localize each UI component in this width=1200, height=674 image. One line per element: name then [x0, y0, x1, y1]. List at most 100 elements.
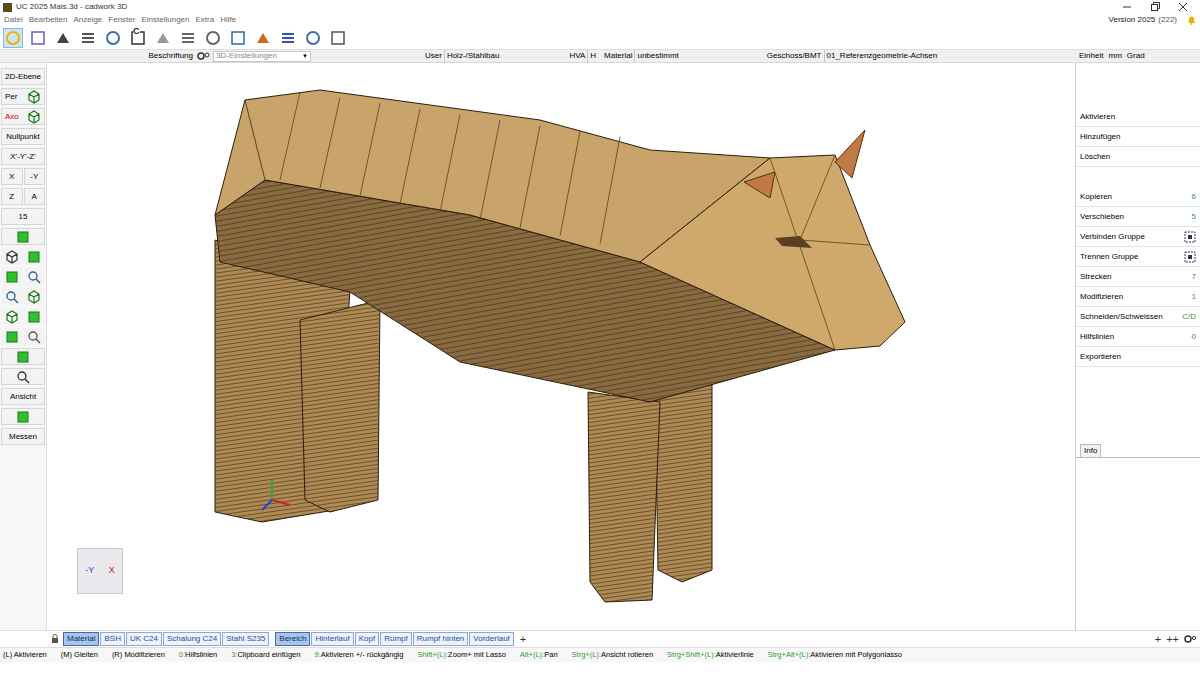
bell-icon[interactable] — [1187, 15, 1196, 25]
tab[interactable]: Vorderlauf — [469, 632, 513, 646]
view-icon — [5, 250, 19, 264]
info-tab[interactable]: Info — [1080, 444, 1101, 457]
toolbar-button[interactable] — [253, 28, 273, 48]
toolbar-button[interactable] — [178, 28, 198, 48]
command-button[interactable]: Verbinden Gruppe — [1076, 227, 1200, 247]
view-icon — [27, 270, 41, 284]
view-button[interactable]: 15 — [1, 208, 45, 225]
command-button[interactable]: Löschen — [1076, 147, 1200, 167]
command-button[interactable]: Kopieren6 — [1076, 187, 1200, 207]
cow-model — [47, 63, 1075, 630]
toolbar-button[interactable]: C — [128, 28, 148, 48]
command-shortcut: 0 — [1192, 331, 1196, 343]
icon-button[interactable] — [1, 228, 45, 245]
menu-item[interactable]: Einstellungen — [141, 14, 189, 26]
tab[interactable]: Rumpf hinten — [413, 632, 469, 646]
tab-action[interactable]: ++ — [1166, 631, 1179, 648]
command-button[interactable]: Exportieren — [1076, 347, 1200, 367]
icon-button[interactable] — [24, 248, 46, 265]
icon-button[interactable] — [24, 308, 46, 325]
command-shortcut: C/D — [1182, 311, 1196, 323]
menu-item[interactable]: Anzeige — [73, 14, 102, 26]
axis-cube[interactable]: -YX — [77, 548, 123, 594]
view-icon — [5, 330, 19, 344]
toolbar-button[interactable] — [78, 28, 98, 48]
axis-button[interactable]: -Y — [24, 168, 46, 185]
icon-buttons — [1, 288, 45, 305]
gear-icon[interactable] — [1184, 634, 1196, 644]
icon-button[interactable] — [1, 408, 45, 425]
tab[interactable]: Schalung C24 — [163, 632, 221, 646]
info-field: Geschoss/BMT01_Referenzgeometrie-Achsen — [765, 50, 939, 62]
command-button[interactable]: Aktivieren — [1076, 107, 1200, 127]
view-button[interactable]: Axo — [1, 108, 45, 125]
lock-icon[interactable] — [50, 634, 60, 644]
icon-button[interactable] — [1, 348, 45, 365]
icon-button[interactable] — [1, 288, 23, 305]
toolbar-button[interactable] — [53, 28, 73, 48]
menu-item[interactable]: Hilfe — [220, 14, 236, 26]
view-button[interactable]: 2D-Ebene — [1, 68, 45, 85]
icon-button[interactable] — [1, 268, 23, 285]
close-icon[interactable] — [1178, 2, 1188, 12]
axis-button[interactable]: A — [24, 188, 46, 205]
axis-cube-x: X — [109, 564, 115, 578]
tab[interactable]: Kopf — [355, 632, 379, 646]
toolbar-button[interactable] — [228, 28, 248, 48]
icon-button[interactable] — [1, 368, 45, 385]
view-button[interactable]: Ansicht — [1, 388, 45, 405]
menu-item[interactable]: Fenster — [108, 14, 135, 26]
viewport-3d[interactable]: -YX — [47, 63, 1075, 630]
menu-item[interactable]: Extra — [195, 14, 214, 26]
toolbar-button[interactable] — [3, 28, 23, 48]
toolbar-button[interactable] — [153, 28, 173, 48]
icon-button[interactable] — [1, 248, 23, 265]
command-button[interactable]: Schneiden/SchweissenC/D — [1076, 307, 1200, 327]
view-select[interactable]: 3D-Einstellungen▼ — [213, 51, 311, 62]
tab[interactable]: Hinterlauf — [311, 632, 353, 646]
tab[interactable]: BSH — [100, 632, 124, 646]
icon-button[interactable] — [24, 288, 46, 305]
view-icon — [27, 90, 41, 104]
status-hint: Shift+(L):Zoom+ mit Lasso — [417, 649, 505, 660]
icon-button[interactable] — [1, 328, 23, 345]
minimize-icon[interactable] — [1122, 2, 1132, 12]
axis-button[interactable]: X — [1, 168, 23, 185]
axis-button[interactable]: Z — [1, 188, 23, 205]
view-button[interactable]: Messen — [1, 428, 45, 445]
tab[interactable]: Rumpf — [380, 632, 412, 646]
status-hint: Strg+Shift+(L):Aktivierlinie — [667, 649, 754, 660]
icon-button[interactable] — [1, 308, 23, 325]
view-button[interactable]: Nullpunkt — [1, 128, 45, 145]
add-tab-button[interactable]: + — [520, 631, 526, 648]
command-button[interactable]: Hilfslinien0 — [1076, 327, 1200, 347]
icon-button[interactable] — [24, 328, 46, 345]
toolbar-button[interactable] — [328, 28, 348, 48]
toolbar-button[interactable] — [203, 28, 223, 48]
menu-item[interactable]: Bearbeiten — [29, 14, 68, 26]
toolbar-button[interactable] — [303, 28, 323, 48]
view-icon — [5, 290, 19, 304]
view-button[interactable]: Per — [1, 88, 45, 105]
toolbar-button[interactable] — [103, 28, 123, 48]
command-button[interactable]: Verschieben5 — [1076, 207, 1200, 227]
icon-button[interactable] — [24, 268, 46, 285]
tab[interactable]: Material — [63, 632, 99, 646]
axis-buttons: X-Y — [1, 168, 45, 185]
tab-action[interactable]: + — [1155, 631, 1161, 648]
view-button[interactable]: X'-Y'-Z' — [1, 148, 45, 165]
command-button[interactable]: Strecken7 — [1076, 267, 1200, 287]
command-button[interactable]: Modifizieren1 — [1076, 287, 1200, 307]
icon-buttons — [1, 308, 45, 325]
gear-icon[interactable] — [196, 51, 210, 61]
command-button[interactable]: Trennen Gruppe — [1076, 247, 1200, 267]
restore-icon[interactable] — [1150, 2, 1160, 12]
menu-item[interactable]: Datei — [4, 14, 23, 26]
tab[interactable]: Bereich — [275, 632, 310, 646]
group-icon — [1184, 251, 1196, 263]
toolbar-button[interactable] — [278, 28, 298, 48]
tab[interactable]: UK C24 — [126, 632, 162, 646]
toolbar-button[interactable] — [28, 28, 48, 48]
tab[interactable]: Stahl S235 — [222, 632, 269, 646]
command-button[interactable]: Hinzufügen — [1076, 127, 1200, 147]
